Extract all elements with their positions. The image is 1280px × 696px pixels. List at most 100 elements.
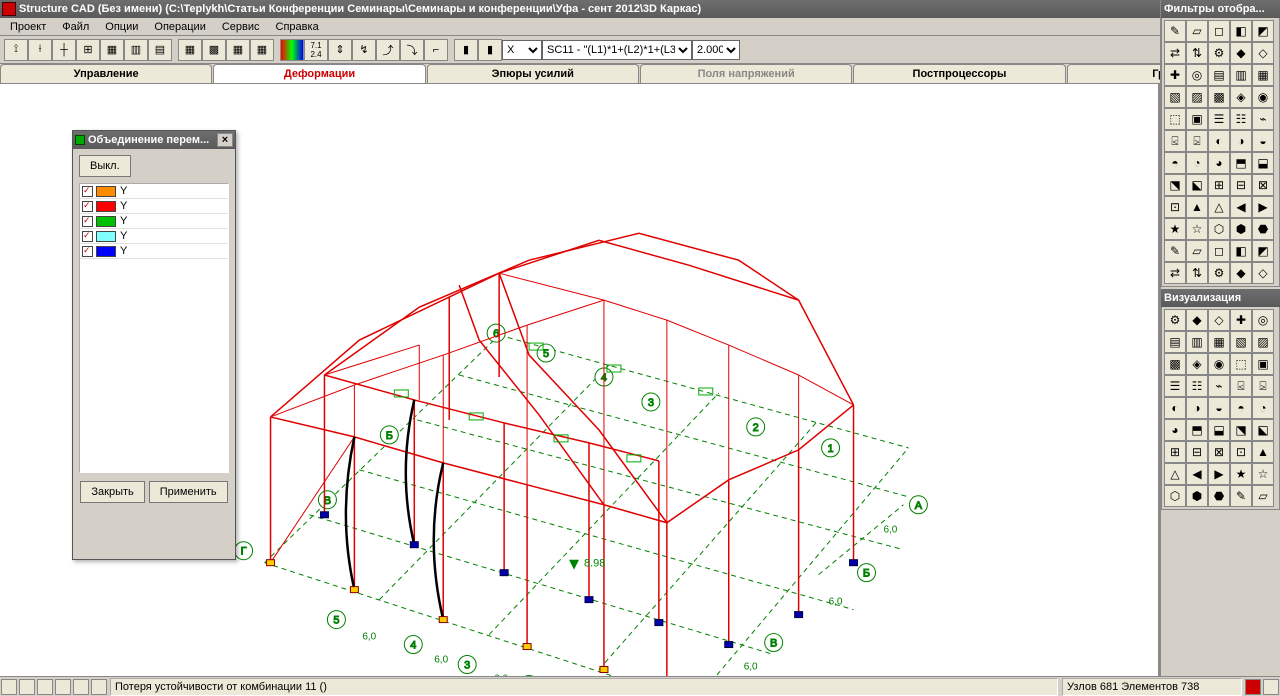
combo-axis[interactable]: X <box>502 40 542 60</box>
vis-btn-25[interactable]: ◕ <box>1164 419 1186 441</box>
filter-btn-55[interactable]: ⇄ <box>1164 262 1186 284</box>
vis-btn-23[interactable]: ◓ <box>1230 397 1252 419</box>
toolbar-btn-4[interactable]: ⊞ <box>76 39 100 61</box>
dialog-off-button[interactable]: Выкл. <box>79 155 131 177</box>
toolbar-btn-17[interactable]: ⤵ <box>400 39 424 61</box>
filter-btn-47[interactable]: ⬡ <box>1208 218 1230 240</box>
vis-btn-6[interactable]: ▥ <box>1186 331 1208 353</box>
color-row-2[interactable]: Y <box>80 214 228 229</box>
filter-btn-0[interactable]: ✎ <box>1164 20 1186 42</box>
vis-btn-10[interactable]: ▩ <box>1164 353 1186 375</box>
filter-btn-23[interactable]: ☷ <box>1230 108 1252 130</box>
menu-file[interactable]: Файл <box>56 20 95 34</box>
status-icon-4[interactable] <box>55 679 71 695</box>
status-icon-6[interactable] <box>91 679 107 695</box>
vis-btn-44[interactable]: ▱ <box>1252 485 1274 507</box>
toolbar-btn-8[interactable]: ▦ <box>178 39 202 61</box>
toolbar-btn-19[interactable]: ▮ <box>454 39 478 61</box>
filter-btn-4[interactable]: ◩ <box>1252 20 1274 42</box>
filter-btn-1[interactable]: ▱ <box>1186 20 1208 42</box>
filter-btn-59[interactable]: ◇ <box>1252 262 1274 284</box>
filter-btn-38[interactable]: ⊟ <box>1230 174 1252 196</box>
vis-btn-31[interactable]: ⊟ <box>1186 441 1208 463</box>
vis-btn-5[interactable]: ▤ <box>1164 331 1186 353</box>
vis-btn-35[interactable]: △ <box>1164 463 1186 485</box>
filter-btn-34[interactable]: ⬓ <box>1252 152 1274 174</box>
filter-btn-36[interactable]: ⬕ <box>1186 174 1208 196</box>
vis-btn-41[interactable]: ⬢ <box>1186 485 1208 507</box>
filter-btn-31[interactable]: ◔ <box>1186 152 1208 174</box>
filter-btn-51[interactable]: ▱ <box>1186 240 1208 262</box>
filter-btn-30[interactable]: ◓ <box>1164 152 1186 174</box>
vis-btn-15[interactable]: ☰ <box>1164 375 1186 397</box>
toolbar-btn-2[interactable]: ⟊ <box>28 39 52 61</box>
filter-btn-17[interactable]: ▩ <box>1208 86 1230 108</box>
color-row-0[interactable]: Y <box>80 184 228 199</box>
vis-btn-8[interactable]: ▧ <box>1230 331 1252 353</box>
filter-btn-12[interactable]: ▤ <box>1208 64 1230 86</box>
filter-btn-53[interactable]: ◧ <box>1230 240 1252 262</box>
filter-btn-9[interactable]: ◇ <box>1252 42 1274 64</box>
menu-service[interactable]: Сервис <box>216 20 266 34</box>
status-icon-5[interactable] <box>73 679 89 695</box>
filter-btn-42[interactable]: △ <box>1208 196 1230 218</box>
vis-btn-34[interactable]: ▲ <box>1252 441 1274 463</box>
vis-btn-27[interactable]: ⬓ <box>1208 419 1230 441</box>
filter-btn-14[interactable]: ▦ <box>1252 64 1274 86</box>
vis-btn-16[interactable]: ☷ <box>1186 375 1208 397</box>
filter-btn-18[interactable]: ◈ <box>1230 86 1252 108</box>
filter-btn-35[interactable]: ⬔ <box>1164 174 1186 196</box>
filter-btn-44[interactable]: ▶ <box>1252 196 1274 218</box>
color-row-3[interactable]: Y <box>80 229 228 244</box>
toolbar-btn-20[interactable]: ▮ <box>478 39 502 61</box>
filter-btn-28[interactable]: ◑ <box>1230 130 1252 152</box>
vis-btn-28[interactable]: ⬔ <box>1230 419 1252 441</box>
vis-btn-9[interactable]: ▨ <box>1252 331 1274 353</box>
toolbar-btn-3[interactable]: ┼ <box>52 39 76 61</box>
toolbar-btn-11[interactable]: ▦ <box>250 39 274 61</box>
vis-btn-2[interactable]: ◇ <box>1208 309 1230 331</box>
toolbar-btn-10[interactable]: ▦ <box>226 39 250 61</box>
tab-epures[interactable]: Эпюры усилий <box>427 64 639 83</box>
vis-btn-12[interactable]: ◉ <box>1208 353 1230 375</box>
filter-btn-50[interactable]: ✎ <box>1164 240 1186 262</box>
vis-btn-13[interactable]: ⬚ <box>1230 353 1252 375</box>
filter-btn-25[interactable]: ⍃ <box>1164 130 1186 152</box>
vis-btn-22[interactable]: ◒ <box>1208 397 1230 419</box>
color-row-1[interactable]: Y <box>80 199 228 214</box>
vis-btn-43[interactable]: ✎ <box>1230 485 1252 507</box>
status-icon-end[interactable] <box>1263 679 1279 695</box>
filter-btn-45[interactable]: ★ <box>1164 218 1186 240</box>
filter-btn-2[interactable]: ◻ <box>1208 20 1230 42</box>
status-icon-2[interactable] <box>19 679 35 695</box>
color-check-icon[interactable] <box>82 201 93 212</box>
vis-btn-17[interactable]: ⌁ <box>1208 375 1230 397</box>
filter-btn-21[interactable]: ▣ <box>1186 108 1208 130</box>
filter-btn-48[interactable]: ⬢ <box>1230 218 1252 240</box>
merge-displacements-dialog[interactable]: Объединение перем... × Выкл. YYYYY Закры… <box>72 130 236 560</box>
dialog-title-bar[interactable]: Объединение перем... × <box>73 131 235 149</box>
color-row-4[interactable]: Y <box>80 244 228 259</box>
vis-btn-21[interactable]: ◑ <box>1186 397 1208 419</box>
toolbar-btn-12[interactable] <box>280 39 304 61</box>
dialog-apply-btn[interactable]: Применить <box>149 481 228 503</box>
toolbar-btn-13[interactable]: 7.12.4 <box>304 39 328 61</box>
toolbar-btn-14[interactable]: ⇕ <box>328 39 352 61</box>
vis-btn-0[interactable]: ⚙ <box>1164 309 1186 331</box>
dialog-close-btn[interactable]: Закрыть <box>80 481 144 503</box>
tab-control[interactable]: Управление <box>0 64 212 83</box>
filter-btn-49[interactable]: ⬣ <box>1252 218 1274 240</box>
toolbar-btn-15[interactable]: ↯ <box>352 39 376 61</box>
filter-btn-58[interactable]: ◆ <box>1230 262 1252 284</box>
combo-formula[interactable]: SC11 - "(L1)*1+(L2)*1+(L3) <box>542 40 692 60</box>
filter-btn-27[interactable]: ◐ <box>1208 130 1230 152</box>
filter-btn-19[interactable]: ◉ <box>1252 86 1274 108</box>
filter-btn-56[interactable]: ⇅ <box>1186 262 1208 284</box>
filter-btn-41[interactable]: ▲ <box>1186 196 1208 218</box>
status-icon-3[interactable] <box>37 679 53 695</box>
vis-btn-4[interactable]: ◎ <box>1252 309 1274 331</box>
vis-btn-11[interactable]: ◈ <box>1186 353 1208 375</box>
toolbar-btn-16[interactable]: ⤴ <box>376 39 400 61</box>
menu-options[interactable]: Опции <box>99 20 144 34</box>
toolbar-btn-18[interactable]: ⌐ <box>424 39 448 61</box>
